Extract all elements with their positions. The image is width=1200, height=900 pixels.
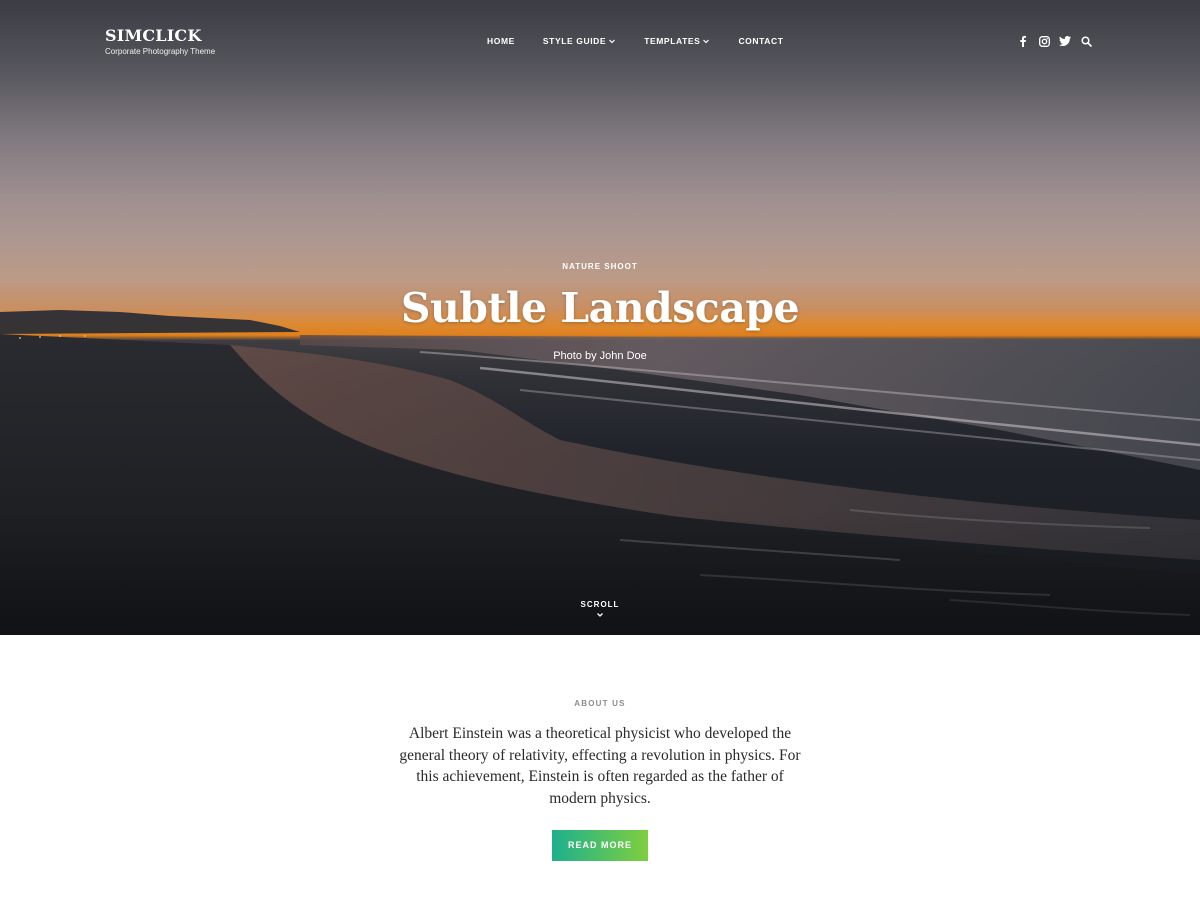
scroll-label: SCROLL	[580, 600, 620, 609]
about-heading: ABOUT US	[574, 699, 626, 708]
site-title[interactable]: SIMCLICK	[105, 27, 215, 45]
nav-item-home[interactable]: HOME	[487, 36, 515, 46]
hero-photo-credit: Photo by John Doe	[553, 350, 647, 362]
nav-item-templates[interactable]: TEMPLATES	[644, 36, 710, 46]
about-text: Albert Einstein was a theoretical physic…	[399, 725, 801, 807]
instagram-icon[interactable]	[1038, 35, 1050, 47]
site-tagline: Corporate Photography Theme	[105, 47, 216, 56]
main-navigation: HOME STYLE GUIDE TEMPLATES CONTACT	[487, 36, 784, 46]
nav-item-label: CONTACT	[738, 36, 784, 46]
hero-section: SIMCLICK Corporate Photography Theme HOM…	[0, 0, 1200, 635]
social-links	[1017, 35, 1092, 47]
search-icon[interactable]	[1080, 35, 1092, 47]
chevron-down-icon	[703, 39, 710, 44]
about-section: ABOUT US Albert Einstein was a theoretic…	[0, 635, 1200, 900]
hero-title[interactable]: Subtle Landscape	[0, 284, 1200, 332]
nav-item-contact[interactable]: CONTACT	[738, 36, 783, 46]
hero-category[interactable]: NATURE SHOOT	[0, 262, 1200, 271]
read-more-button[interactable]: READ MORE	[552, 830, 648, 861]
site-header: SIMCLICK Corporate Photography Theme HOM…	[0, 0, 1200, 80]
site-branding[interactable]: SIMCLICK Corporate Photography Theme	[105, 27, 215, 57]
twitter-icon[interactable]	[1059, 35, 1071, 47]
chevron-down-icon	[609, 39, 616, 44]
chevron-down-icon	[597, 613, 603, 617]
hero-caption: NATURE SHOOT Subtle Landscape Photo by J…	[0, 262, 1200, 362]
nav-item-style-guide[interactable]: STYLE GUIDE	[543, 36, 616, 46]
scroll-down-button[interactable]: SCROLL	[0, 600, 1200, 619]
nav-item-label: HOME	[487, 36, 515, 46]
nav-item-label: STYLE GUIDE	[542, 36, 607, 46]
nav-item-label: TEMPLATES	[644, 36, 701, 46]
facebook-icon[interactable]	[1017, 35, 1029, 47]
